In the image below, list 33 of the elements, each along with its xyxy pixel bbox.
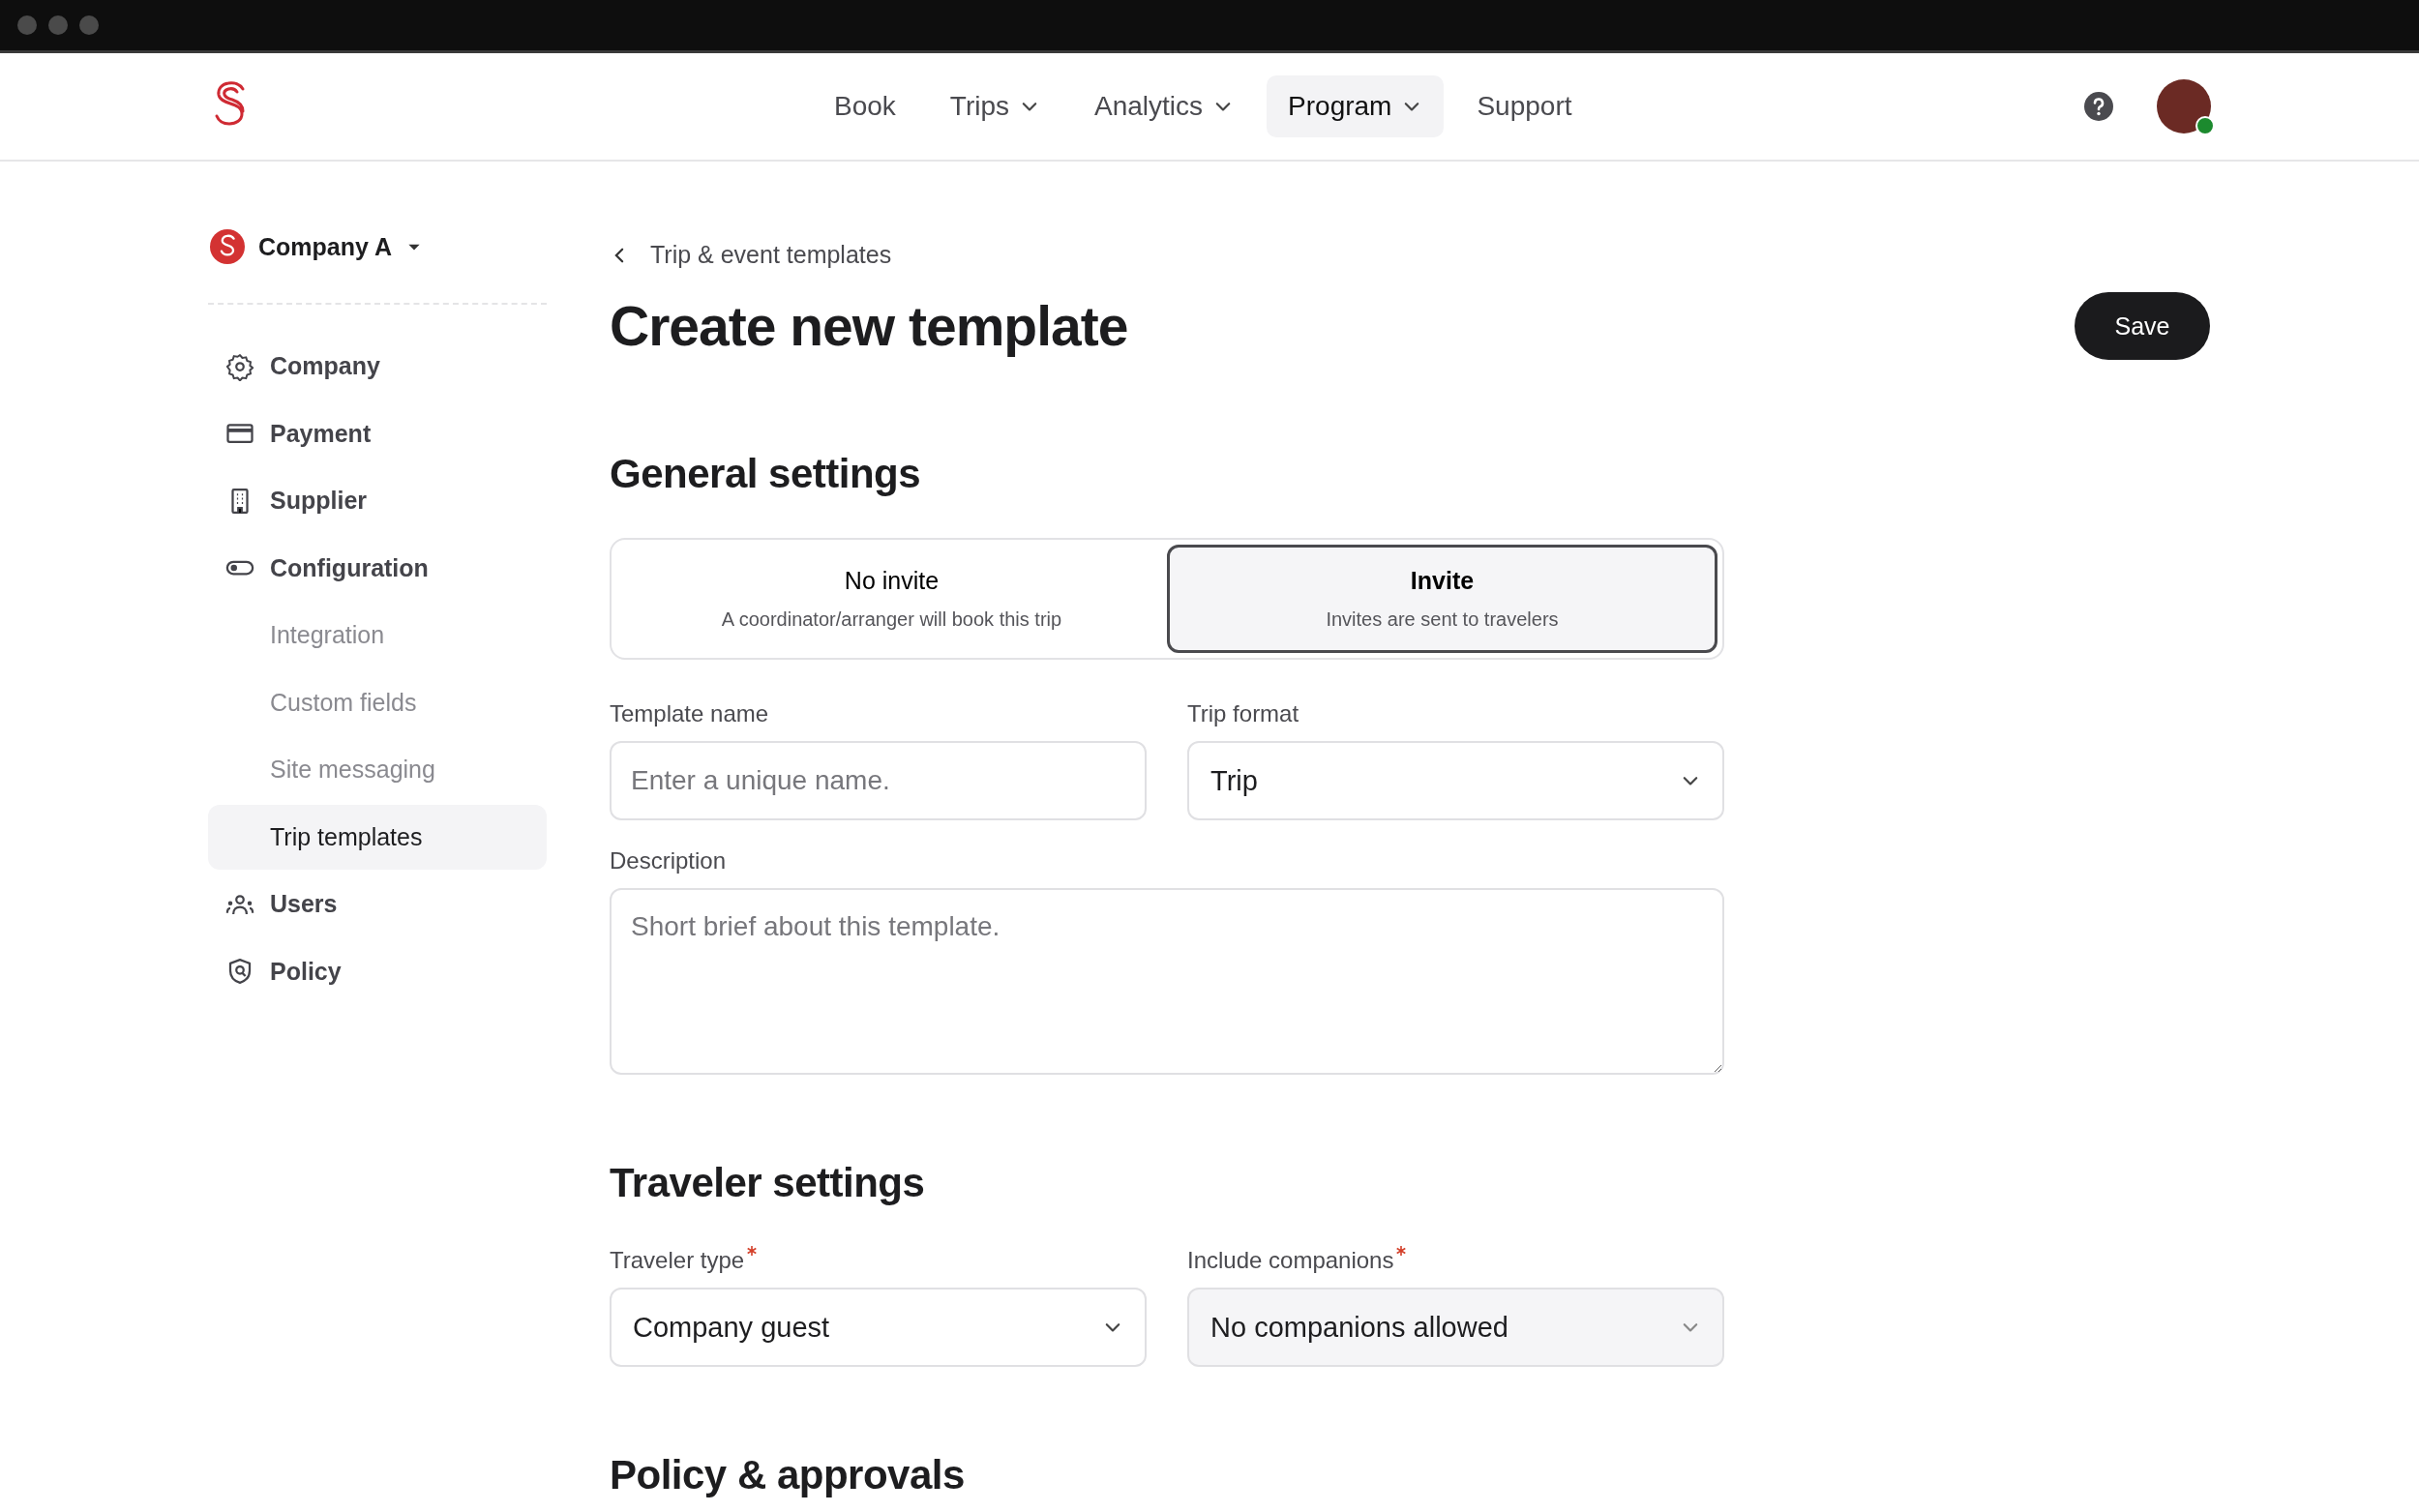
page-title: Create new template bbox=[610, 294, 1128, 358]
section-title: General settings bbox=[610, 451, 922, 497]
field-label: Trip format bbox=[1187, 700, 1299, 727]
save-button[interactable]: Save bbox=[2075, 292, 2210, 360]
select-field[interactable]: Company guest bbox=[610, 1288, 1147, 1367]
company-logo-icon bbox=[210, 229, 245, 264]
nav-tab[interactable]: Trips bbox=[928, 75, 1061, 137]
sidebar-item[interactable]: Policy bbox=[208, 938, 547, 1004]
sidebar-item[interactable]: Users bbox=[208, 872, 547, 936]
nav-tab[interactable]: Program bbox=[1267, 75, 1445, 137]
nav-tab[interactable]: Support bbox=[1455, 75, 1594, 137]
sidebar-item[interactable]: Payment bbox=[208, 400, 547, 466]
field-label: Traveler type bbox=[610, 1247, 745, 1274]
field-label: Description bbox=[610, 847, 727, 875]
avatar[interactable] bbox=[2157, 79, 2211, 133]
nav-tab[interactable]: Book bbox=[813, 75, 917, 137]
sidebar-item[interactable]: Company bbox=[208, 334, 547, 399]
field-label: Template name bbox=[610, 700, 769, 727]
field-label: Include companions bbox=[1187, 1247, 1394, 1274]
select-field[interactable]: Trip bbox=[1187, 741, 1724, 820]
help-icon[interactable] bbox=[2083, 91, 2114, 122]
sidebar-item[interactable]: Supplier bbox=[208, 468, 547, 533]
invite-option[interactable]: Invite Invites are sent to travelers bbox=[1167, 545, 1717, 653]
section-title: Policy & approvals bbox=[610, 1452, 966, 1498]
input-field[interactable]: Enter a unique name. bbox=[610, 741, 1147, 820]
gear-icon bbox=[225, 351, 254, 381]
sidebar-item[interactable]: Configuration bbox=[208, 535, 547, 601]
textarea-field[interactable]: Short brief about this template. bbox=[610, 888, 1724, 1075]
sidebar-item[interactable]: Trip templates bbox=[208, 804, 547, 870]
nav-tab[interactable]: Analytics bbox=[1073, 75, 1256, 137]
section-title: Traveler settings bbox=[610, 1160, 926, 1206]
back-link[interactable]: Trip & event templates bbox=[610, 241, 892, 269]
company-switcher[interactable]: Company A bbox=[258, 232, 392, 261]
